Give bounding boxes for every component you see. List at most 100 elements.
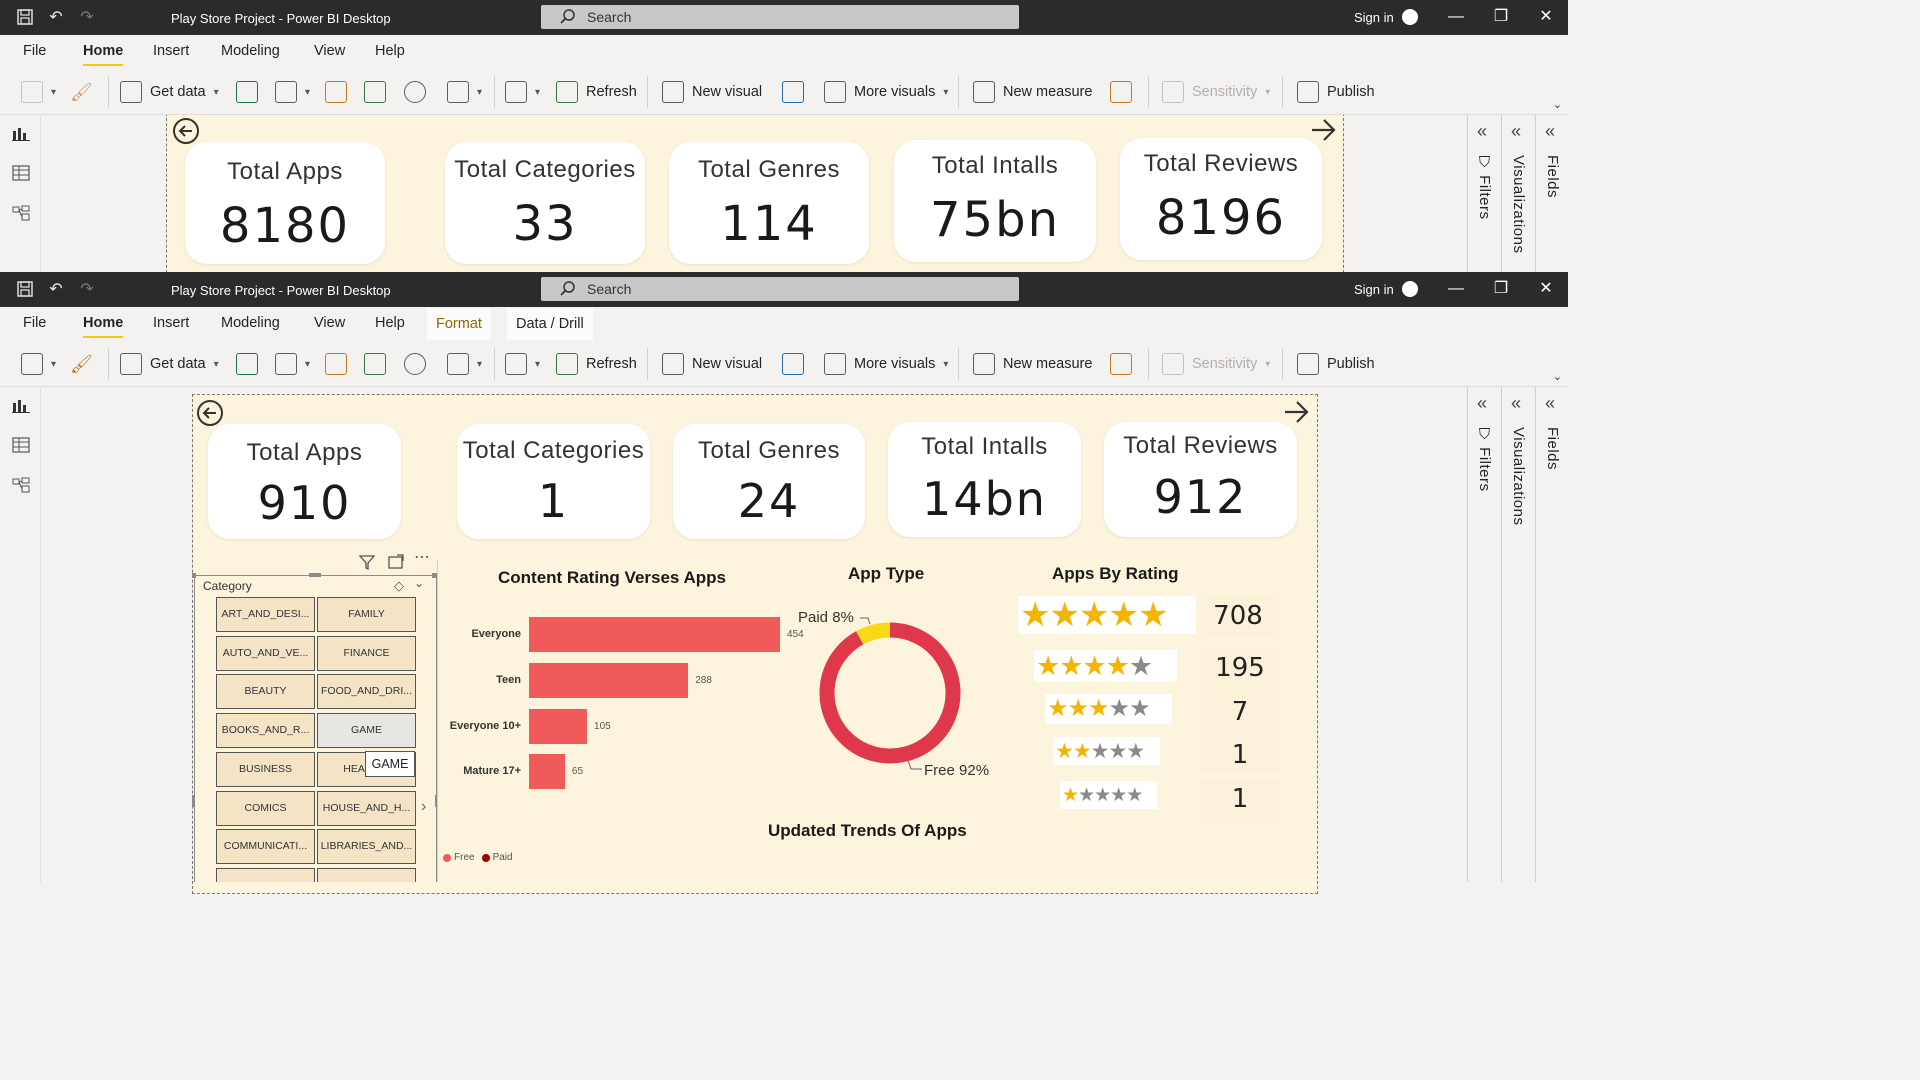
visualizations-pane[interactable]: « Visualizations	[1501, 115, 1535, 272]
paste-button[interactable]: ▾	[21, 352, 56, 376]
bar[interactable]	[529, 617, 780, 652]
ribbon-collapse-icon[interactable]: ⌄	[1553, 370, 1562, 383]
menu-modeling[interactable]: Modeling	[221, 315, 280, 331]
recent-sources-button[interactable]: ▾	[447, 352, 482, 376]
menu-format[interactable]: Format	[427, 308, 491, 340]
total-apps-card[interactable]: Total Apps 8180	[185, 142, 385, 264]
sign-in-link[interactable]: Sign in	[1354, 10, 1394, 25]
back-arrow-icon[interactable]	[172, 117, 200, 145]
fields-pane[interactable]: « Fields	[1535, 115, 1568, 272]
sql-button[interactable]	[325, 80, 347, 104]
new-measure-button[interactable]: New measure	[973, 80, 1092, 104]
slicer-item[interactable]: GAME	[317, 713, 416, 749]
menu-view[interactable]: View	[314, 43, 345, 59]
slicer-item[interactable]: FINANCE	[317, 635, 416, 671]
forward-arrow-icon[interactable]	[1309, 116, 1337, 144]
donut-slice-free[interactable]	[819, 622, 961, 764]
recent-sources-button[interactable]: ▾	[447, 80, 482, 104]
resize-handle[interactable]	[192, 795, 195, 807]
quick-measure-button[interactable]	[1110, 80, 1132, 104]
table-view-icon[interactable]	[12, 165, 30, 181]
text-box-button[interactable]	[782, 352, 804, 376]
model-view-icon[interactable]	[12, 205, 30, 221]
enter-data-button[interactable]	[364, 80, 386, 104]
excel-button[interactable]	[236, 80, 258, 104]
menu-view[interactable]: View	[314, 315, 345, 331]
resize-handle[interactable]	[192, 573, 196, 578]
new-measure-button[interactable]: New measure	[973, 352, 1092, 376]
bar[interactable]	[529, 709, 588, 744]
donut-slice-paid[interactable]	[856, 622, 891, 645]
restore-icon[interactable]: ❐	[1491, 279, 1511, 299]
collapse-visualizations-icon[interactable]: «	[1511, 122, 1521, 140]
chevron-right-icon[interactable]: ›	[421, 798, 426, 816]
total-genres-card[interactable]: Total Genres 114	[669, 142, 869, 264]
total-categories-card[interactable]: Total Categories 33	[445, 142, 645, 264]
resize-handle[interactable]	[309, 573, 321, 577]
bar[interactable]	[529, 663, 689, 698]
model-view-icon[interactable]	[12, 477, 30, 493]
sign-in-link[interactable]: Sign in	[1354, 282, 1394, 297]
slicer-item[interactable]: BUSINESS	[216, 751, 315, 787]
focus-mode-icon[interactable]	[386, 552, 406, 572]
visualizations-pane[interactable]: « Visualizations	[1501, 387, 1535, 882]
slicer-item[interactable]: BEAUTY	[216, 674, 315, 710]
more-visuals-button[interactable]: More visuals ▾	[824, 80, 948, 104]
enter-data-button[interactable]	[364, 352, 386, 376]
collapse-visualizations-icon[interactable]: «	[1511, 394, 1521, 412]
report-view-icon[interactable]	[12, 397, 30, 413]
paste-button[interactable]: ▾	[21, 80, 56, 104]
total-apps-card[interactable]: Total Apps 910	[208, 424, 401, 539]
fields-pane[interactable]: « Fields	[1535, 387, 1568, 882]
dataverse-button[interactable]	[404, 352, 426, 376]
avatar[interactable]	[1402, 9, 1418, 25]
menu-insert[interactable]: Insert	[153, 315, 189, 331]
minimize-icon[interactable]: —	[1446, 7, 1466, 27]
menu-home[interactable]: Home	[83, 43, 124, 66]
total-reviews-card[interactable]: Total Reviews 8196	[1120, 138, 1322, 260]
publish-button[interactable]: Publish	[1297, 80, 1375, 104]
back-arrow-icon[interactable]	[196, 399, 224, 427]
undo-icon[interactable]: ↶	[46, 280, 66, 300]
total-categories-card[interactable]: Total Categories 1	[457, 424, 650, 539]
collapse-filters-icon[interactable]: «	[1477, 122, 1487, 140]
refresh-button[interactable]: Refresh	[556, 80, 637, 104]
slicer-item[interactable]: COMICS	[216, 790, 315, 826]
new-visual-button[interactable]: New visual	[662, 352, 762, 376]
total-reviews-card[interactable]: Total Reviews 912	[1104, 422, 1297, 537]
redo-icon[interactable]: ↷	[77, 8, 97, 28]
save-icon[interactable]	[15, 8, 35, 28]
total-installs-card[interactable]: Total Intalls 75bn	[894, 140, 1096, 262]
get-data-button[interactable]: Get data ▾	[120, 80, 219, 104]
slicer-item[interactable]: AUTO_AND_VE...	[216, 635, 315, 671]
collapse-filters-icon[interactable]: «	[1477, 394, 1487, 412]
close-icon[interactable]: ✕	[1536, 7, 1556, 27]
quick-measure-button[interactable]	[1110, 352, 1132, 376]
minimize-icon[interactable]: —	[1446, 279, 1466, 299]
filters-pane[interactable]: « ⛉ Filters	[1467, 387, 1501, 882]
menu-data-drill[interactable]: Data / Drill	[507, 308, 593, 340]
search-box[interactable]: Search	[541, 5, 1019, 29]
table-view-icon[interactable]	[12, 437, 30, 453]
sensitivity-button[interactable]: Sensitivity ▾	[1162, 80, 1270, 104]
text-box-button[interactable]	[782, 80, 804, 104]
search-box[interactable]: Search	[541, 277, 1019, 301]
menu-file[interactable]: File	[23, 43, 46, 59]
forward-arrow-icon[interactable]	[1282, 398, 1310, 426]
sensitivity-button[interactable]: Sensitivity ▾	[1162, 352, 1270, 376]
get-data-button[interactable]: Get data ▾	[120, 352, 219, 376]
total-genres-card[interactable]: Total Genres 24	[673, 424, 865, 539]
total-installs-card[interactable]: Total Intalls 14bn	[888, 422, 1081, 537]
slicer-item[interactable]: ART_AND_DESI...	[216, 597, 315, 632]
more-options-icon[interactable]: ⋯	[414, 550, 434, 572]
menu-insert[interactable]: Insert	[153, 43, 189, 59]
data-hub-button[interactable]: ▾	[275, 80, 310, 104]
bar[interactable]	[529, 754, 565, 789]
menu-home[interactable]: Home	[83, 315, 124, 338]
collapse-fields-icon[interactable]: «	[1545, 122, 1555, 140]
collapse-fields-icon[interactable]: «	[1545, 394, 1555, 412]
legend-free[interactable]: Free	[454, 852, 475, 863]
menu-modeling[interactable]: Modeling	[221, 43, 280, 59]
report-view-icon[interactable]	[12, 125, 30, 141]
publish-button[interactable]: Publish	[1297, 352, 1375, 376]
